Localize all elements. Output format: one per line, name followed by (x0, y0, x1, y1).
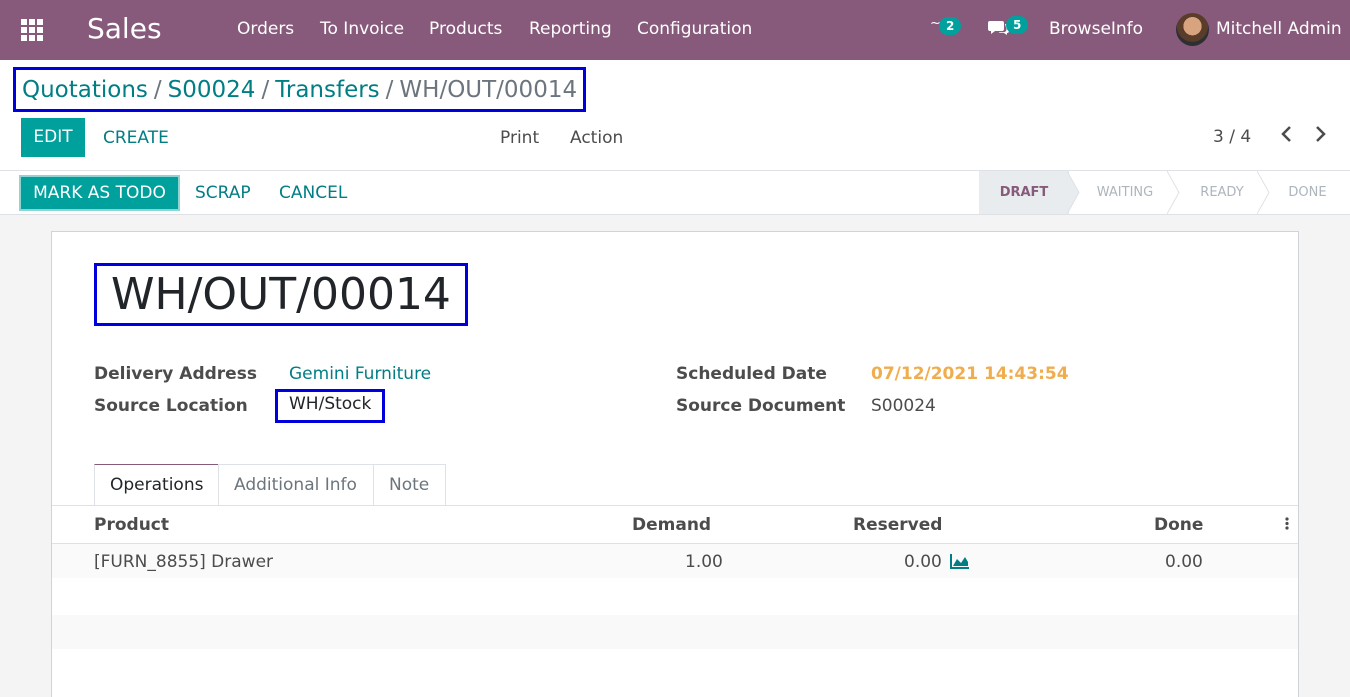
column-demand[interactable]: Demand (632, 515, 711, 535)
messages-badge: 5 (1006, 16, 1029, 34)
breadcrumb-current: WH/OUT/00014 (399, 77, 578, 103)
print-dropdown[interactable]: Print (500, 128, 539, 148)
stage-arrow (1067, 171, 1080, 214)
chevron-left-icon[interactable] (1279, 124, 1293, 149)
source-document-value: S00024 (871, 396, 936, 416)
column-product[interactable]: Product (94, 515, 169, 535)
breadcrumb-separator: / (261, 77, 270, 103)
cancel-button[interactable]: CANCEL (279, 183, 347, 203)
create-button[interactable]: CREATE (103, 128, 169, 148)
company-switcher[interactable]: BrowseInfo (1049, 19, 1143, 39)
menu-to-invoice[interactable]: To Invoice (320, 19, 404, 39)
stage-pipeline: DRAFT WAITING READY DONE (979, 171, 1350, 214)
stage-waiting[interactable]: WAITING (1083, 171, 1167, 214)
top-navbar: Sales Orders To Invoice Products Reporti… (0, 0, 1350, 60)
tab-note[interactable]: Note (373, 464, 446, 506)
stage-ready[interactable]: READY (1181, 171, 1263, 214)
breadcrumb-quotations[interactable]: Quotations (22, 77, 148, 103)
delivery-address-value[interactable]: Gemini Furniture (289, 364, 431, 384)
menu-configuration[interactable]: Configuration (637, 19, 752, 39)
action-dropdown[interactable]: Action (570, 128, 623, 148)
breadcrumb-transfers[interactable]: Transfers (275, 77, 379, 103)
source-document-label: Source Document (676, 396, 846, 416)
user-menu[interactable]: Mitchell Admin (1216, 19, 1342, 39)
breadcrumb-separator: / (153, 77, 162, 103)
table-header: Product Demand Reserved Done (52, 506, 1298, 544)
edit-button[interactable]: EDIT (21, 118, 85, 157)
empty-row (52, 615, 1298, 649)
menu-orders[interactable]: Orders (237, 19, 294, 39)
stage-done[interactable]: DONE (1271, 171, 1344, 214)
source-location-value[interactable]: WH/Stock (275, 389, 386, 423)
record-title: WH/OUT/00014 (94, 263, 468, 326)
menu-products[interactable]: Products (429, 19, 502, 39)
breadcrumb: Quotations / S00024/Transfers / WH/OUT/00014 (13, 67, 587, 112)
pager-value[interactable]: 3 / 4 (1213, 127, 1251, 147)
stage-arrow (1167, 171, 1180, 214)
forecast-chart-icon[interactable] (950, 553, 970, 574)
form-sheet: WH/OUT/00014 Delivery Address Gemini Fur… (51, 231, 1299, 697)
breadcrumb-order[interactable]: S00024 (168, 77, 256, 103)
app-menu-icon[interactable] (21, 19, 43, 41)
reserved-cell: 0.00 (904, 552, 942, 572)
control-panel: Quotations / S00024/Transfers / WH/OUT/00014… (0, 60, 1350, 171)
stage-draft: DRAFT (979, 171, 1069, 214)
avatar[interactable] (1176, 13, 1209, 46)
column-done[interactable]: Done (1154, 515, 1203, 535)
scheduled-date-value: 07/12/2021 14:43:54 (871, 364, 1069, 384)
source-location-label: Source Location (94, 396, 248, 416)
scrap-button[interactable]: SCRAP (195, 183, 251, 203)
app-name[interactable]: Sales (87, 12, 162, 45)
table-row[interactable]: [FURN_8855] Drawer 1.00 0.00 0.00 (52, 544, 1298, 578)
product-cell: [FURN_8855] Drawer (94, 552, 274, 572)
activity-badge: 2 (939, 17, 962, 35)
stage-arrow (1257, 171, 1270, 214)
tab-additional-info[interactable]: Additional Info (218, 464, 374, 506)
status-bar: MARK AS TODO SCRAP CANCEL DRAFT WAITING … (0, 171, 1350, 215)
column-reserved[interactable]: Reserved (853, 515, 942, 535)
mark-as-todo-button[interactable]: MARK AS TODO (19, 175, 180, 211)
chevron-right-icon[interactable] (1314, 124, 1328, 149)
demand-cell: 1.00 (685, 552, 723, 572)
scheduled-date-label: Scheduled Date (676, 364, 827, 384)
column-options-icon[interactable] (1284, 514, 1290, 537)
tab-operations[interactable]: Operations (94, 464, 219, 506)
menu-reporting[interactable]: Reporting (529, 19, 612, 39)
done-cell: 0.00 (1165, 552, 1203, 572)
breadcrumb-separator: / (385, 77, 394, 103)
delivery-address-label: Delivery Address (94, 364, 257, 384)
